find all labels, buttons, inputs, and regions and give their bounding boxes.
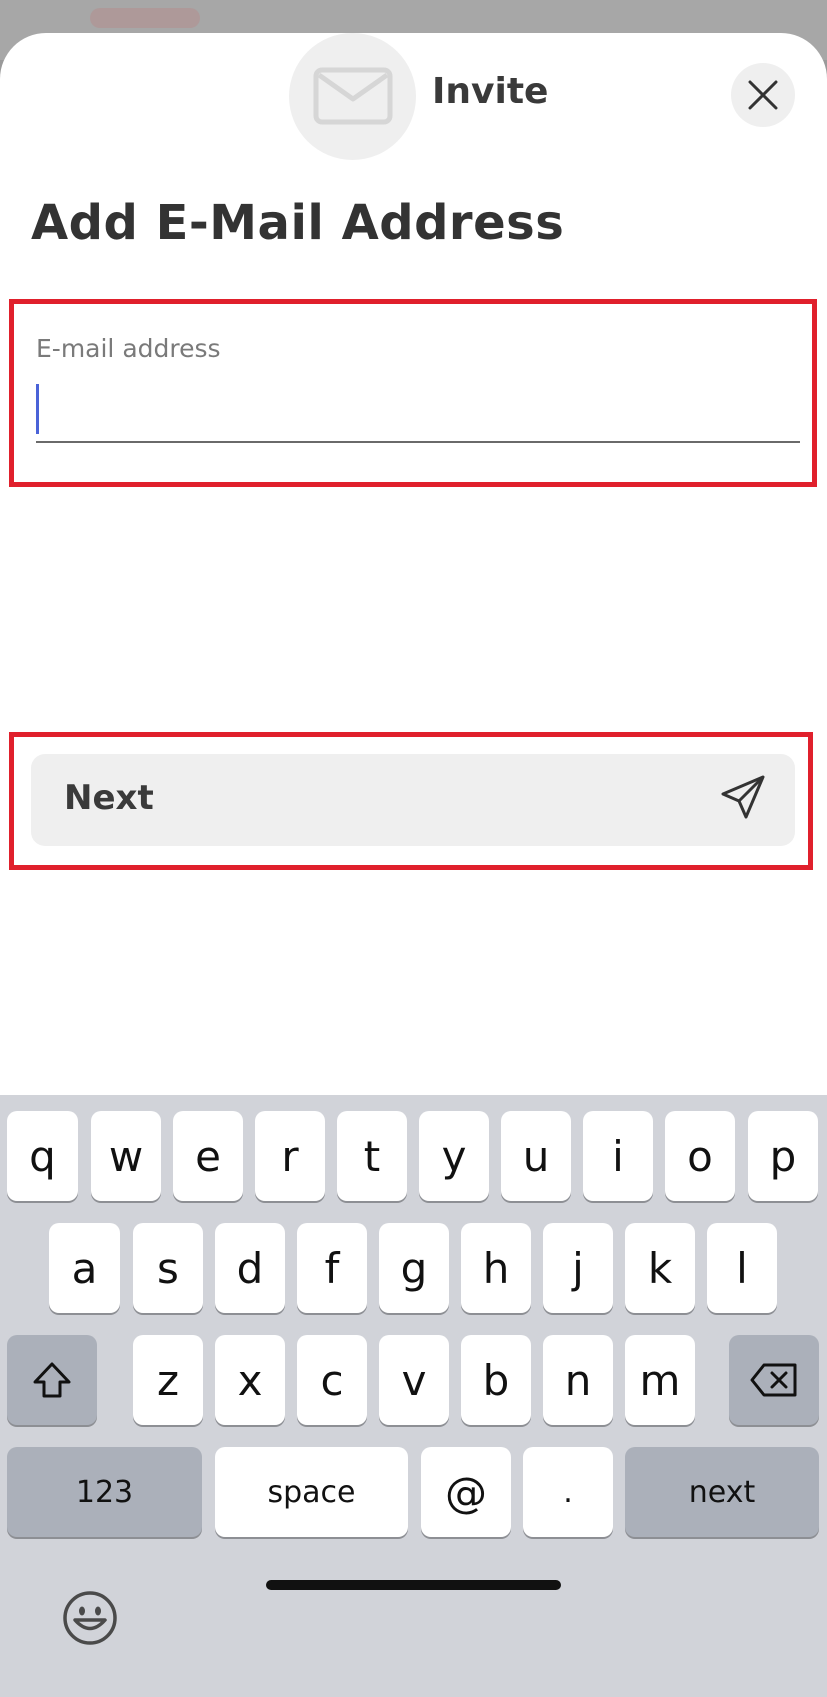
- key-x[interactable]: x: [215, 1335, 285, 1425]
- key-m[interactable]: m: [625, 1335, 695, 1425]
- key-i[interactable]: i: [583, 1111, 653, 1201]
- key-l[interactable]: l: [707, 1223, 777, 1313]
- email-field-container: E-mail address: [9, 299, 817, 487]
- mail-avatar: [289, 33, 416, 160]
- next-button[interactable]: Next: [31, 754, 795, 846]
- key-d[interactable]: d: [215, 1223, 285, 1313]
- mail-icon: [313, 67, 393, 125]
- email-field-underline: [36, 441, 800, 443]
- key-b[interactable]: b: [461, 1335, 531, 1425]
- key-a[interactable]: a: [49, 1223, 120, 1313]
- key-q[interactable]: q: [7, 1111, 78, 1201]
- space-key[interactable]: space: [215, 1447, 408, 1537]
- shift-icon: [33, 1362, 71, 1398]
- key-s[interactable]: s: [133, 1223, 203, 1313]
- key-g[interactable]: g: [379, 1223, 449, 1313]
- key-o[interactable]: o: [665, 1111, 735, 1201]
- background-blur: [90, 8, 200, 28]
- key-p[interactable]: p: [748, 1111, 818, 1201]
- key-f[interactable]: f: [297, 1223, 367, 1313]
- header-title: Invite: [432, 71, 549, 112]
- dot-key[interactable]: .: [523, 1447, 613, 1537]
- numbers-key[interactable]: 123: [7, 1447, 202, 1537]
- text-caret: [36, 384, 39, 434]
- key-z[interactable]: z: [133, 1335, 203, 1425]
- key-y[interactable]: y: [419, 1111, 489, 1201]
- key-j[interactable]: j: [543, 1223, 613, 1313]
- delete-icon: [750, 1363, 797, 1397]
- key-v[interactable]: v: [379, 1335, 449, 1425]
- key-r[interactable]: r: [255, 1111, 325, 1201]
- shift-key[interactable]: [7, 1335, 97, 1425]
- key-w[interactable]: w: [91, 1111, 161, 1201]
- home-indicator: [266, 1580, 561, 1590]
- key-n[interactable]: n: [543, 1335, 613, 1425]
- emoji-icon[interactable]: [62, 1590, 118, 1646]
- keyboard: q w e r t y u i o p a s d f g h j k l z …: [0, 1095, 827, 1697]
- key-h[interactable]: h: [461, 1223, 531, 1313]
- key-c[interactable]: c: [297, 1335, 367, 1425]
- next-button-container: Next: [9, 732, 813, 870]
- email-field-label: E-mail address: [36, 334, 221, 363]
- key-k[interactable]: k: [625, 1223, 695, 1313]
- close-icon: [748, 80, 778, 110]
- next-return-key[interactable]: next: [625, 1447, 819, 1537]
- delete-key[interactable]: [729, 1335, 819, 1425]
- key-e[interactable]: e: [173, 1111, 243, 1201]
- key-u[interactable]: u: [501, 1111, 571, 1201]
- email-input[interactable]: [36, 379, 800, 441]
- page-title: Add E-Mail Address: [31, 195, 565, 251]
- close-button[interactable]: [731, 63, 795, 127]
- at-key[interactable]: @: [421, 1447, 511, 1537]
- key-t[interactable]: t: [337, 1111, 407, 1201]
- next-button-label: Next: [64, 778, 154, 818]
- send-icon: [721, 775, 765, 819]
